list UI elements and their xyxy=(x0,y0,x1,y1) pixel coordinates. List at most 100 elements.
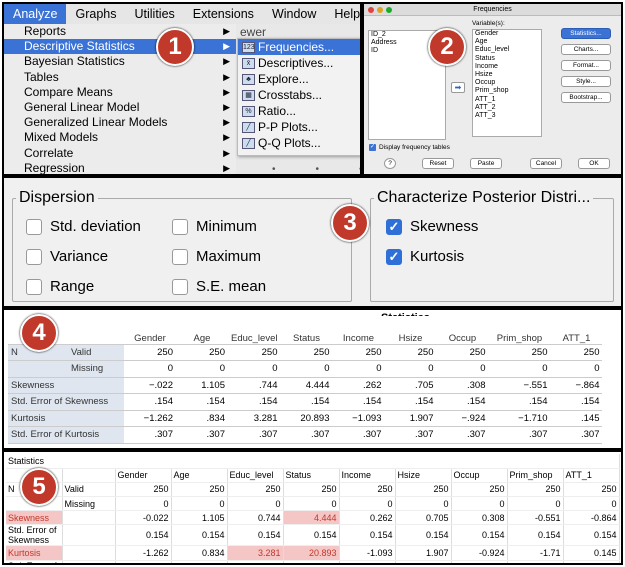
menu-item-reports[interactable]: Reports ▶ xyxy=(4,24,236,39)
paste-button[interactable]: Paste xyxy=(470,158,502,169)
checkmark-icon[interactable]: ✓ xyxy=(386,218,402,235)
analyze-dropdown: Reports ▶ Descriptive Statistics ▶ Bayesia… xyxy=(4,24,236,174)
row-label: Std. Error of Skewness xyxy=(8,393,124,411)
table-row: Kurtosis −1.262.834 3.281 20.893 −1.093 1.907… xyxy=(8,410,603,427)
variable-item[interactable]: Prim_shop xyxy=(473,87,541,95)
crosstabs-icon: ▦ xyxy=(242,89,255,101)
checkbox-box[interactable] xyxy=(26,218,42,235)
checkbox-checked-icon[interactable]: ✓ xyxy=(369,144,376,151)
checkbox-box[interactable] xyxy=(172,218,188,235)
table-cell: 250 xyxy=(228,344,281,361)
menu-extensions[interactable]: Extensions xyxy=(184,4,263,24)
std-deviation-checkbox[interactable]: Std. deviation xyxy=(26,218,141,235)
menu-item-bayesian-statistics[interactable]: Bayesian Statistics ▶ xyxy=(4,54,236,69)
variable-item[interactable]: ATT_2 xyxy=(473,104,541,112)
checkbox-box[interactable] xyxy=(172,278,188,295)
minimize-window-icon[interactable] xyxy=(377,7,383,13)
submenu-item-explore[interactable]: ♣ Explore... xyxy=(238,71,360,87)
submenu-item-qq-plots[interactable]: ╱ Q-Q Plots... xyxy=(238,135,360,151)
excel-cell: 0.145 xyxy=(563,545,620,561)
menu-item-label: Correlate xyxy=(24,145,74,160)
variable-item[interactable]: ATT_1 xyxy=(473,96,541,104)
checkmark-icon[interactable]: ✓ xyxy=(386,248,402,265)
table-cell: .154 xyxy=(550,393,603,411)
move-variable-arrow-icon[interactable]: ➡ xyxy=(451,82,465,93)
ok-button[interactable]: OK xyxy=(578,158,610,169)
range-checkbox[interactable]: Range xyxy=(26,278,94,295)
submenu-item-label: Ratio... xyxy=(258,104,297,118)
menu-analyze[interactable]: Analyze xyxy=(4,4,67,24)
submenu-item-label: Explore... xyxy=(258,72,309,86)
menu-item-tables[interactable]: Tables ▶ xyxy=(4,70,236,85)
menu-help[interactable]: Help xyxy=(325,4,360,24)
variable-item[interactable]: Educ_level xyxy=(473,46,541,54)
menu-item-generalized-linear-models[interactable]: Generalized Linear Models ▶ xyxy=(4,115,236,130)
excel-row: Kurtosis -1.262 0.834 3.281 20.893 -1.093 1.90… xyxy=(6,545,620,561)
table-row: Std. Error of Kurtosis .307.307.307.307.3… xyxy=(8,426,603,444)
maximum-checkbox[interactable]: Maximum xyxy=(172,248,261,265)
style-button[interactable]: Style... xyxy=(561,76,611,87)
selected-variable-list[interactable]: Gender Age Educ_level Status Income Hsiz… xyxy=(472,29,542,137)
variable-item[interactable]: Status xyxy=(473,55,541,63)
menu-item-correlate[interactable]: Correlate ▶ xyxy=(4,146,236,161)
excel-cell: -0.864 xyxy=(563,510,620,526)
cancel-button[interactable]: Cancel xyxy=(530,158,562,169)
menu-item-compare-means[interactable]: Compare Means ▶ xyxy=(4,85,236,100)
column-header: Income xyxy=(339,468,396,483)
kurtosis-checkbox[interactable]: ✓ Kurtosis xyxy=(386,248,464,265)
menu-item-regression[interactable]: Regression ▶ xyxy=(4,161,236,174)
submenu-item-crosstabs[interactable]: ▦ Crosstabs... xyxy=(238,87,360,103)
checkbox-box[interactable] xyxy=(26,248,42,265)
se-mean-checkbox[interactable]: S.E. mean xyxy=(172,278,266,295)
checkbox-label: Maximum xyxy=(196,248,262,265)
format-button[interactable]: Format... xyxy=(561,60,611,71)
variable-item[interactable]: Gender xyxy=(473,30,541,38)
variable-item[interactable]: ATT_3 xyxy=(473,112,541,120)
column-header: Prim_shop xyxy=(488,316,551,345)
table-cell: .154 xyxy=(280,393,333,411)
help-button[interactable]: ? xyxy=(384,158,396,169)
excel-title-row: Statistics xyxy=(6,454,620,469)
explore-icon: ♣ xyxy=(242,73,255,85)
reset-button[interactable]: Reset xyxy=(422,158,454,169)
table-cell: 250 xyxy=(384,344,437,361)
menu-item-general-linear-model[interactable]: General Linear Model ▶ xyxy=(4,100,236,115)
table-cell: 250 xyxy=(280,344,333,361)
excel-row: Std. Error of Kurtosis0.3070.3070.3070.3… xyxy=(6,560,620,563)
table-cell: 0 xyxy=(550,360,603,378)
excel-cell: 250 xyxy=(451,482,508,498)
close-window-icon[interactable] xyxy=(368,7,374,13)
variable-item[interactable]: Age xyxy=(473,38,541,46)
menu-item-descriptive-statistics[interactable]: Descriptive Statistics ▶ xyxy=(4,39,236,55)
bootstrap-button[interactable]: Bootstrap... xyxy=(561,92,611,103)
zoom-window-icon[interactable] xyxy=(386,7,392,13)
table-cell: −.924 xyxy=(436,410,489,427)
variable-item[interactable]: Income xyxy=(473,63,541,71)
submenu-item-pp-plots[interactable]: ╱ P-P Plots... xyxy=(238,119,360,135)
row-sublabel: Missing xyxy=(62,496,116,512)
variable-item[interactable]: Occup xyxy=(473,79,541,87)
submenu-item-frequencies[interactable]: 123 Frequencies... xyxy=(238,39,360,55)
column-header: Status xyxy=(283,468,340,483)
menu-utilities[interactable]: Utilities xyxy=(125,4,183,24)
excel-row: Std. Error of Skewness 0.154 0.154 0.154 0.1… xyxy=(6,524,620,547)
ratio-icon: % xyxy=(242,105,255,117)
menu-item-mixed-models[interactable]: Mixed Models ▶ xyxy=(4,130,236,145)
excel-cell: 0.307 xyxy=(451,560,508,563)
skewness-checkbox[interactable]: ✓ Skewness xyxy=(386,218,478,235)
statistics-button[interactable]: Statistics... xyxy=(561,28,611,39)
minimum-checkbox[interactable]: Minimum xyxy=(172,218,257,235)
charts-button[interactable]: Charts... xyxy=(561,44,611,55)
row-label: Kurtosis xyxy=(8,410,124,427)
excel-cell: 0 xyxy=(507,496,564,512)
submenu-item-ratio[interactable]: % Ratio... xyxy=(238,103,360,119)
submenu-item-descriptives[interactable]: x̄ Descriptives... xyxy=(238,55,360,71)
display-frequency-tables-option[interactable]: ✓ Display frequency tables xyxy=(369,144,450,151)
checkbox-box[interactable] xyxy=(26,278,42,295)
column-header: Hsize xyxy=(395,468,452,483)
checkbox-box[interactable] xyxy=(172,248,188,265)
variable-item[interactable]: Hsize xyxy=(473,71,541,79)
menu-graphs[interactable]: Graphs xyxy=(66,4,125,24)
variance-checkbox[interactable]: Variance xyxy=(26,248,108,265)
menu-window[interactable]: Window xyxy=(263,4,325,24)
